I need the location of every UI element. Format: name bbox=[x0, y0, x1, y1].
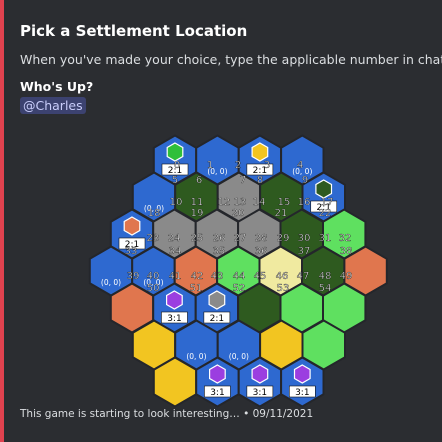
vertex-number[interactable]: 19 bbox=[190, 208, 204, 219]
port-resource-icon bbox=[209, 364, 226, 384]
port-resource-icon bbox=[123, 216, 141, 236]
port-ratio: 3:1 bbox=[295, 388, 309, 398]
port-resource-icon bbox=[251, 142, 269, 162]
vertex-number[interactable]: 53 bbox=[276, 283, 290, 294]
vertex-number[interactable]: 8 bbox=[257, 175, 264, 186]
vertex-number[interactable]: 1 bbox=[207, 160, 214, 171]
vertex-number[interactable]: 20 bbox=[231, 208, 245, 219]
vertex-number[interactable]: 2 bbox=[235, 160, 242, 171]
port-resource-icon bbox=[251, 364, 269, 384]
vertex-number[interactable]: 7 bbox=[240, 175, 247, 186]
vertex-number[interactable]: 9 bbox=[302, 175, 309, 186]
port-resource-icon bbox=[315, 179, 333, 199]
vertex-number[interactable]: 46 bbox=[275, 271, 289, 282]
vertex-number[interactable]: 40 bbox=[146, 271, 160, 282]
vertex-number[interactable]: 24 bbox=[167, 233, 181, 244]
tile-coordinate: (0, 0) bbox=[101, 278, 121, 287]
vertex-number[interactable]: 45 bbox=[253, 271, 267, 282]
port-resource-icon bbox=[166, 290, 183, 310]
vertex-number[interactable]: 37 bbox=[297, 246, 311, 257]
vertex-number[interactable]: 31 bbox=[318, 233, 332, 244]
vertex-number[interactable]: 0 bbox=[174, 160, 181, 171]
vertex-number[interactable]: 51 bbox=[189, 283, 203, 294]
vertex-number[interactable]: 3 bbox=[264, 160, 271, 171]
port-resource-icon bbox=[208, 290, 226, 310]
vertex-number[interactable]: 18 bbox=[147, 208, 161, 219]
vertex-number[interactable]: 50 bbox=[146, 283, 160, 294]
port-resource-icon bbox=[166, 142, 184, 162]
vertex-number[interactable]: 41 bbox=[168, 271, 182, 282]
vertex-number[interactable]: 35 bbox=[212, 246, 226, 257]
game-board: 2:1 (0, 0) 2:1 (0, 0)(0, 0) 2:12:1(0, 0) (0, … bbox=[88, 134, 388, 408]
vertex-number[interactable]: 34 bbox=[168, 246, 182, 257]
port-resource-icon bbox=[293, 364, 311, 384]
vertex-number[interactable]: 42 bbox=[190, 271, 204, 282]
vertex-number[interactable]: 48 bbox=[318, 271, 332, 282]
vertex-number[interactable]: 17 bbox=[320, 197, 334, 208]
vertex-number[interactable]: 54 bbox=[318, 283, 332, 294]
vertex-number[interactable]: 43 bbox=[210, 271, 224, 282]
vertex-number[interactable]: 52 bbox=[232, 283, 246, 294]
vertex-number[interactable]: 39 bbox=[126, 271, 140, 282]
port-ratio: 3:1 bbox=[210, 388, 224, 398]
vertex-number[interactable]: 27 bbox=[233, 233, 247, 244]
vertex-number[interactable]: 12 bbox=[217, 197, 231, 208]
vertex-number[interactable]: 30 bbox=[297, 233, 311, 244]
vertex-number[interactable]: 44 bbox=[232, 271, 246, 282]
vertex-number[interactable]: 23 bbox=[146, 233, 160, 244]
vertex-number[interactable]: 5 bbox=[172, 175, 179, 186]
vertex-number[interactable]: 6 bbox=[196, 175, 203, 186]
vertex-number[interactable]: 13 bbox=[233, 197, 247, 208]
vertex-number[interactable]: 33 bbox=[124, 246, 138, 257]
port-ratio: 2:1 bbox=[210, 314, 224, 324]
port-ratio: 3:1 bbox=[167, 314, 181, 324]
vertex-number[interactable]: 32 bbox=[338, 233, 352, 244]
vertex-number[interactable]: 16 bbox=[297, 197, 311, 208]
vertex-number[interactable]: 11 bbox=[190, 197, 204, 208]
vertex-number[interactable]: 15 bbox=[277, 197, 291, 208]
vertex-number[interactable]: 10 bbox=[169, 197, 183, 208]
vertex-number[interactable]: 25 bbox=[190, 233, 204, 244]
vertex-number[interactable]: 14 bbox=[252, 197, 266, 208]
vertex-number[interactable]: 21 bbox=[274, 208, 288, 219]
vertex-number[interactable]: 49 bbox=[339, 271, 353, 282]
vertex-number[interactable]: 29 bbox=[276, 233, 290, 244]
vertex-number[interactable]: 47 bbox=[296, 271, 310, 282]
vertex-number[interactable]: 38 bbox=[339, 246, 353, 257]
vertex-number[interactable]: 26 bbox=[212, 233, 226, 244]
tile-coordinate: (0, 0) bbox=[186, 352, 206, 361]
tile-coordinate: (0, 0) bbox=[229, 352, 249, 361]
port-ratio: 3:1 bbox=[253, 388, 267, 398]
vertex-number[interactable]: 36 bbox=[254, 246, 268, 257]
embed-footer: This game is starting to look interestin… bbox=[20, 408, 314, 420]
vertex-number[interactable]: 28 bbox=[254, 233, 268, 244]
vertex-number[interactable]: 22 bbox=[318, 208, 332, 219]
vertex-number[interactable]: 4 bbox=[297, 160, 304, 171]
